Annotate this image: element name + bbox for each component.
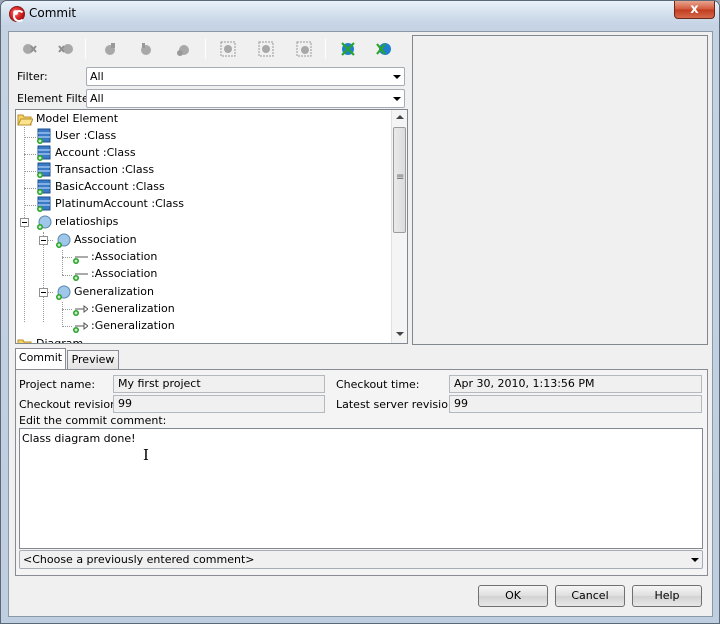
folder-open-icon xyxy=(17,114,33,126)
association-folder-icon xyxy=(56,233,71,248)
toolbar xyxy=(15,35,407,62)
comment-history-select[interactable]: <Choose a previously entered comment> xyxy=(19,550,703,569)
model-element-tree[interactable]: Model Element User :Class Account :Class… xyxy=(15,109,408,344)
element-filter-label: Element Filter: xyxy=(17,92,97,105)
class-icon xyxy=(37,179,51,195)
ok-button[interactable]: OK xyxy=(478,585,548,607)
filter-label: Filter: xyxy=(17,70,48,83)
generalization-icon xyxy=(73,322,88,333)
latest-revision-label: Latest server revision: xyxy=(336,398,459,411)
scroll-up-icon[interactable] xyxy=(396,115,404,119)
filter-value: All xyxy=(90,70,104,83)
checkout-revision-field: 99 xyxy=(113,395,325,413)
close-button[interactable]: x xyxy=(674,1,715,19)
chevron-down-icon xyxy=(393,75,401,79)
collapse-toggle-icon[interactable] xyxy=(39,236,48,245)
generalization-icon xyxy=(73,305,88,316)
select-none-disabled-icon[interactable] xyxy=(255,39,277,59)
element-filter-select[interactable]: All xyxy=(86,89,405,108)
class-icon xyxy=(37,196,51,212)
checkout-time-label: Checkout time: xyxy=(336,378,420,391)
cancel-button[interactable]: Cancel xyxy=(555,585,625,607)
revert-disabled-icon[interactable] xyxy=(55,39,77,59)
refresh-disabled-icon[interactable] xyxy=(173,39,195,59)
relationship-folder-icon xyxy=(37,215,52,230)
class-icon xyxy=(37,162,51,178)
commit-dialog: Commit x Filter: All Element Filter: All… xyxy=(0,0,720,624)
commit-comment-textarea[interactable]: Class diagram done! xyxy=(19,428,703,549)
title-bar[interactable]: Commit xyxy=(1,1,719,27)
select-invert-disabled-icon[interactable] xyxy=(293,39,315,59)
class-icon xyxy=(37,145,51,161)
unlock-disabled-icon[interactable] xyxy=(135,39,157,59)
checkout-revision-label: Checkout revision: xyxy=(19,398,121,411)
commit-disabled-icon[interactable] xyxy=(19,39,41,59)
comment-label: Edit the commit comment: xyxy=(19,414,167,427)
chevron-down-icon xyxy=(393,97,401,101)
collapse-toggle-icon[interactable] xyxy=(20,218,29,227)
checkout-time-field: Apr 30, 2010, 1:13:56 PM xyxy=(449,375,702,393)
tree-scrollbar[interactable] xyxy=(391,110,407,343)
lock-disabled-icon[interactable] xyxy=(99,39,121,59)
project-name-label: Project name: xyxy=(19,378,96,391)
chevron-down-icon xyxy=(691,558,699,562)
filter-select[interactable]: All xyxy=(86,67,405,86)
app-icon xyxy=(9,6,25,22)
element-filter-value: All xyxy=(90,92,104,105)
tab-commit[interactable]: Commit xyxy=(15,348,66,369)
comment-history-value: <Choose a previously entered comment> xyxy=(23,553,255,566)
association-icon xyxy=(73,256,88,264)
collapse-all-icon[interactable] xyxy=(373,39,395,59)
preview-pane xyxy=(412,35,708,345)
scroll-down-icon[interactable] xyxy=(396,332,404,336)
association-icon xyxy=(73,273,88,281)
window-title: Commit xyxy=(29,6,77,20)
dialog-body: Filter: All Element Filter: All Model El… xyxy=(8,31,713,617)
select-all-disabled-icon[interactable] xyxy=(217,39,239,59)
latest-revision-field: 99 xyxy=(449,395,702,413)
class-icon xyxy=(37,128,51,144)
expand-all-icon[interactable] xyxy=(337,39,359,59)
text-cursor-icon: I xyxy=(143,446,149,464)
help-button[interactable]: Help xyxy=(632,585,702,607)
scroll-thumb[interactable] xyxy=(393,127,406,233)
generalization-folder-icon xyxy=(56,285,71,300)
folder-icon xyxy=(17,339,32,343)
project-name-field: My first project xyxy=(113,375,325,393)
collapse-toggle-icon[interactable] xyxy=(39,288,48,297)
tab-preview[interactable]: Preview xyxy=(67,350,119,370)
